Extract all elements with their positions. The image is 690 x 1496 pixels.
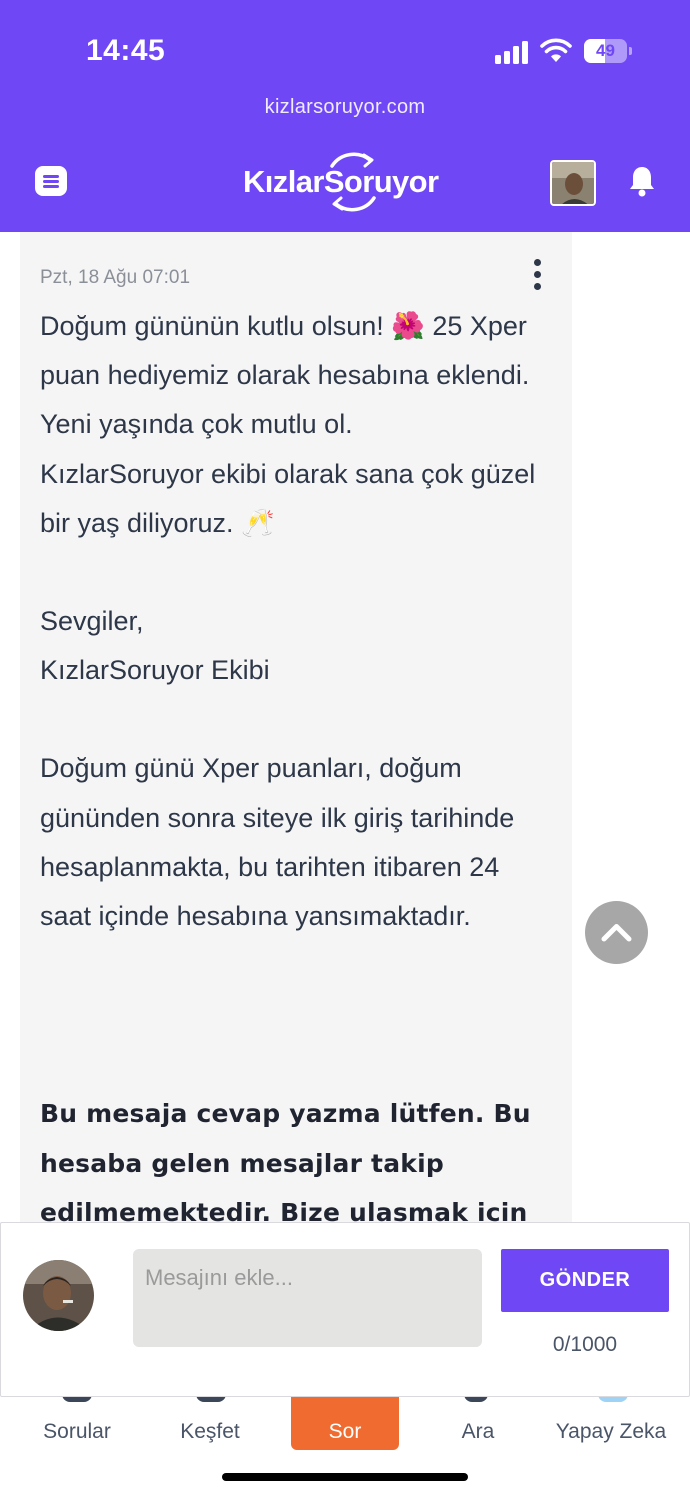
menu-button[interactable]	[35, 166, 67, 196]
nav-item-ara[interactable]: Ara	[413, 1420, 543, 1444]
battery-icon: 49	[584, 39, 627, 63]
page-url[interactable]: kizlarsoruyor.com	[0, 96, 690, 119]
chevron-up-icon	[601, 924, 632, 942]
avatar-photo	[552, 162, 594, 204]
more-options-icon[interactable]	[532, 258, 544, 292]
message-paragraph-signature: Sevgiler, KızlarSoruyor Ekibi	[40, 606, 270, 686]
message-composer: GÖNDER 0/1000	[0, 1222, 690, 1397]
cellular-signal-icon	[495, 40, 529, 64]
character-counter: 0/1000	[552, 1333, 618, 1356]
message-notice: Bu mesaja cevap yazma lütfen. Bu hesaba …	[40, 1099, 531, 1222]
nav-item-yapay-zeka[interactable]: Yapay Zeka	[546, 1420, 676, 1444]
home-indicator	[222, 1473, 468, 1481]
message-date: Pzt, 18 Ağu 07:01	[40, 267, 191, 288]
message-input[interactable]	[133, 1249, 482, 1347]
nav-item-sor-label: Sor	[328, 1420, 362, 1443]
bell-icon[interactable]	[627, 164, 657, 198]
message-card: Pzt, 18 Ağu 07:01 Doğum gününün kutlu ol…	[20, 232, 572, 1222]
scroll-to-top-button[interactable]	[585, 901, 648, 964]
wifi-icon	[540, 38, 572, 62]
site-logo[interactable]: KızlarSoruyor	[238, 150, 454, 214]
status-time: 14:45	[86, 34, 166, 67]
logo-text: KızlarSoruyor	[243, 164, 439, 199]
message-paragraph-greeting: Doğum gününün kutlu olsun! 🌺 25 Xper pua…	[40, 311, 536, 538]
battery-level: 49	[596, 41, 615, 60]
message-body: Doğum gününün kutlu olsun! 🌺 25 Xper pua…	[40, 302, 555, 941]
nav-item-kesfet[interactable]: Keşfet	[145, 1420, 275, 1444]
battery-cap	[629, 47, 632, 55]
send-button[interactable]: GÖNDER	[501, 1249, 669, 1312]
profile-avatar[interactable]	[550, 160, 596, 206]
avatar-photo	[23, 1260, 94, 1331]
user-avatar	[23, 1260, 94, 1331]
app-header: 14:45 49 kizlarsoruyor.com KızlarSoruyor	[0, 0, 690, 232]
nav-item-sorular[interactable]: Sorular	[12, 1420, 142, 1444]
nav-item-sor[interactable]: Sor	[291, 1390, 399, 1450]
message-paragraph-info: Doğum günü Xper puanları, doğum gününden…	[40, 753, 515, 932]
